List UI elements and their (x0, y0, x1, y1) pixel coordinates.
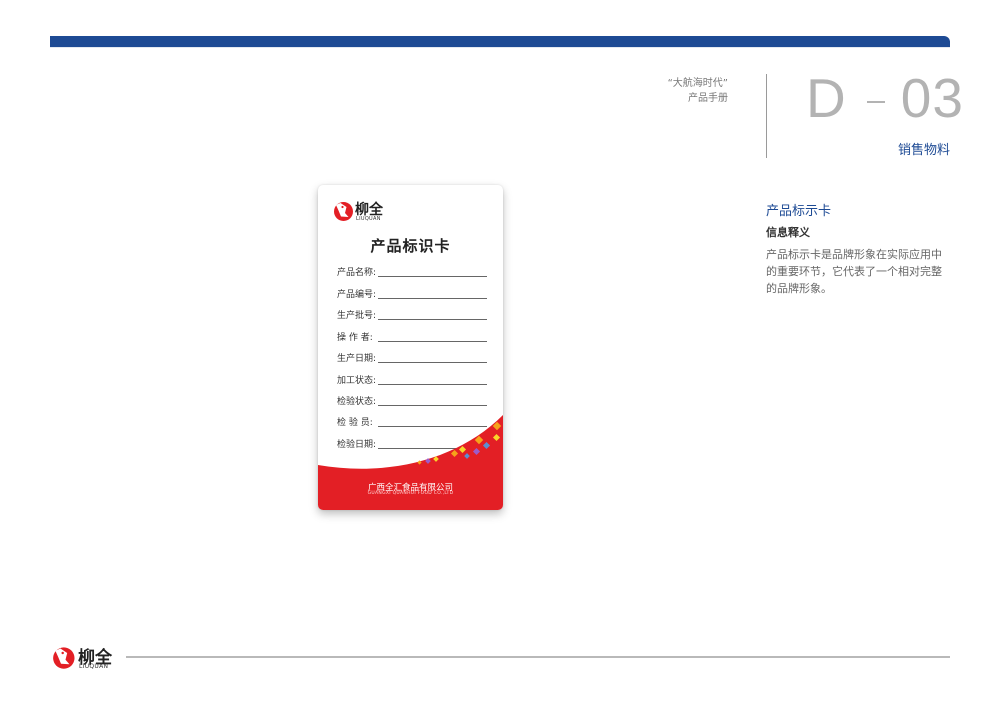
liuquan-logo-icon (53, 647, 75, 669)
footer-logo-subtext: LIUQUAN (79, 663, 109, 670)
field-line (378, 276, 487, 277)
product-id-card: 柳全 LIUQUAN 产品标识卡 产品名称: 产品编号: 生产批号: 操 作 者… (318, 185, 503, 510)
section-name: 销售物料 (897, 143, 950, 158)
manual-title: “大航海时代” (667, 78, 728, 89)
footer-logo: 柳全 LIUQUAN (52, 645, 122, 671)
card-field-product-name: 产品名称: (337, 265, 487, 279)
card-field-batch-number: 生产批号: (337, 308, 487, 322)
footer-divider (126, 656, 950, 658)
field-line (378, 405, 487, 406)
section-number: 03 (900, 67, 964, 129)
field-label: 产品编号: (337, 290, 377, 300)
field-line (378, 319, 487, 320)
field-label: 生产日期: (337, 354, 377, 364)
header-divider (766, 74, 767, 158)
field-line (378, 384, 487, 385)
field-line (378, 298, 487, 299)
header-color-bar (50, 36, 950, 48)
card-company-name-en: GUANGXI QUANHUI FOOD CO.,LTD (367, 491, 454, 496)
field-label: 操 作 者: (337, 333, 373, 343)
manual-subtitle: 产品手册 (688, 93, 728, 104)
field-label: 加工状态: (337, 376, 377, 386)
card-field-inspection-status: 检验状态: (337, 394, 487, 408)
card-field-operator: 操 作 者: (337, 330, 487, 344)
section-dash (866, 101, 885, 103)
field-line (378, 362, 487, 363)
card-field-production-date: 生产日期: (337, 351, 487, 365)
card-field-process-status: 加工状态: (337, 373, 487, 387)
card-title: 产品标识卡 (370, 237, 451, 255)
info-title: 产品标示卡 (766, 204, 832, 219)
card-logo-subtext: LIUQUAN (356, 216, 381, 222)
field-label: 生产批号: (337, 311, 377, 321)
field-line (378, 341, 487, 342)
liuquan-logo-icon (334, 202, 353, 221)
info-body: 产品标示卡是品牌形象在实际应用中的重要环节，它代表了一个相对完整的品牌形象。 (766, 248, 942, 295)
section-letter: D (806, 67, 847, 129)
info-subtitle: 信息释义 (766, 226, 810, 239)
field-label: 产品名称: (337, 268, 377, 278)
field-label: 检验状态: (337, 397, 377, 407)
manual-title-block: “大航海时代” 产品手册 (668, 76, 728, 106)
section-code: D 03 (806, 66, 964, 130)
card-field-product-code: 产品编号: (337, 287, 487, 301)
